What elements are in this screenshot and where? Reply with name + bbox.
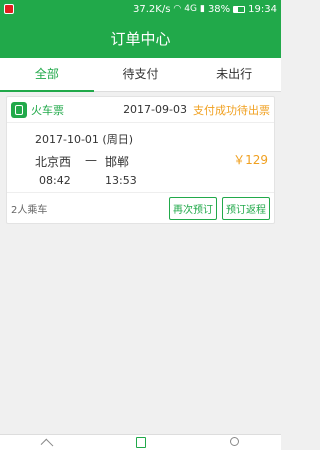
search-icon xyxy=(229,437,239,446)
order-card-header: 火车票 2017-09-03 支付成功待出票 xyxy=(7,97,274,123)
nav-home[interactable] xyxy=(0,435,94,450)
signal-icon: ▮ xyxy=(199,4,205,14)
page-title-bar: 订单中心 xyxy=(0,18,281,58)
order-tabs: 全部 待支付 未出行 xyxy=(0,58,281,92)
nav-orders[interactable] xyxy=(94,435,188,450)
order-type: 火车票 xyxy=(31,103,64,117)
train-icon xyxy=(11,101,27,118)
battery-percent: 38% xyxy=(207,3,231,15)
departure-station: 北京西 xyxy=(35,155,72,169)
wifi-icon: ◠ xyxy=(173,4,182,14)
status-right: 37.2K/s ◠ 4G ▮ 38% 19:34 xyxy=(133,4,277,15)
network-speed: 37.2K/s xyxy=(133,3,171,15)
tab-all[interactable]: 全部 xyxy=(0,58,94,92)
travel-date: 2017-10-01 (周日) xyxy=(35,133,134,146)
tab-pending-payment[interactable]: 待支付 xyxy=(94,58,188,91)
order-card-body: 2017-10-01 (周日) 北京西 — 邯郸 08:42 13:53 ￥12… xyxy=(7,123,274,193)
bottom-nav xyxy=(0,434,281,450)
order-card[interactable]: 火车票 2017-09-03 支付成功待出票 2017-10-01 (周日) 北… xyxy=(6,96,275,224)
nav-search[interactable] xyxy=(187,435,281,450)
order-date: 2017-09-03 xyxy=(123,103,187,116)
clock: 19:34 xyxy=(248,3,277,15)
home-icon xyxy=(40,438,54,450)
notification-icon xyxy=(4,4,14,14)
arrival-time: 13:53 xyxy=(105,174,137,187)
order-icon xyxy=(135,437,146,448)
order-card-footer: 2人乘车 再次预订 预订返程 xyxy=(7,193,274,223)
rebook-button[interactable]: 再次预订 xyxy=(169,196,217,220)
passenger-count: 2人乘车 xyxy=(11,204,48,216)
battery-icon xyxy=(233,5,246,13)
page-title: 订单中心 xyxy=(110,29,171,48)
network-type: 4G xyxy=(184,4,197,14)
status-bar: 37.2K/s ◠ 4G ▮ 38% 19:34 xyxy=(0,0,281,18)
order-price: ￥129 xyxy=(233,153,268,167)
status-left xyxy=(4,4,14,14)
order-status: 支付成功待出票 xyxy=(193,103,270,117)
book-return-button[interactable]: 预订返程 xyxy=(222,196,270,220)
route-separator: — xyxy=(85,153,97,167)
departure-time: 08:42 xyxy=(39,174,71,187)
tab-not-traveled[interactable]: 未出行 xyxy=(187,58,281,91)
arrival-station: 邯郸 xyxy=(105,155,130,169)
